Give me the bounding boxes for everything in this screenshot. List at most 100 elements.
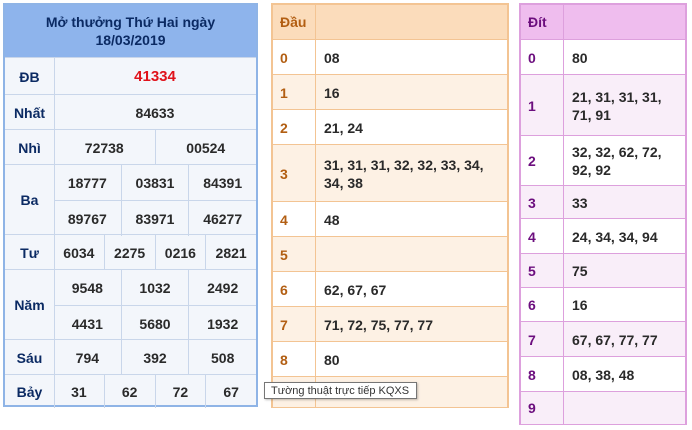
row-key: 3 [528, 194, 536, 211]
row-key: 9 [528, 400, 536, 416]
row-key: 4 [528, 228, 536, 245]
row-value: 48 [315, 202, 507, 237]
table-row: 3 33 [521, 185, 685, 219]
live-results-tooltip: Tường thuật trực tiếp KQXS [264, 382, 417, 399]
row-value: 24, 34, 34, 94 [563, 219, 685, 254]
prize-number: 1932 [188, 306, 256, 341]
prize-label: Tư [5, 235, 55, 270]
row-key: 1 [280, 84, 288, 101]
prize-number: 72738 [84, 139, 124, 156]
row-value: 62, 67, 67 [315, 272, 507, 307]
row-key: 7 [528, 331, 536, 348]
row-value [315, 237, 507, 272]
prize-label: Sáu [5, 340, 55, 375]
table-row: 7 67, 67, 77, 77 [521, 321, 685, 357]
prize-number: 0216 [154, 235, 206, 270]
prize-row-fifth: Năm 9548 1032 2492 4431 5680 1932 [5, 269, 256, 341]
row-value [563, 392, 685, 424]
prize-row-second: Nhì 72738 00524 [5, 129, 256, 165]
prize-row-first: Nhất 84633 [5, 94, 256, 130]
result-title: Mở thưởng Thứ Hai ngày 18/03/2019 [5, 5, 256, 57]
row-key: 0 [280, 49, 288, 66]
table-row: 4 24, 34, 34, 94 [521, 218, 685, 254]
header-label: Đầu [280, 14, 307, 30]
table-row: 0 08 [273, 39, 507, 75]
prize-number: 31 [71, 383, 87, 400]
table-header: Đít [521, 5, 685, 39]
prize-number: 84391 [188, 165, 256, 200]
prize-row-seventh: Bảy 31 62 72 67 [5, 374, 256, 408]
table-row: 8 80 [273, 341, 507, 377]
row-key: 5 [528, 263, 536, 279]
row-value: 80 [315, 342, 507, 377]
row-key: 8 [280, 351, 288, 368]
row-key: 0 [528, 49, 536, 66]
table-row: 5 [273, 236, 507, 272]
table-row: 6 62, 67, 67 [273, 271, 507, 307]
head-digit-table: Đầu 0 08 1 16 2 21, 24 3 31, 31, 31, 32,… [271, 3, 509, 408]
row-value: 67, 67, 77, 77 [563, 322, 685, 357]
prize-number: 5680 [120, 306, 189, 341]
row-key: 7 [280, 316, 288, 333]
prize-number: 794 [75, 349, 100, 366]
tail-digit-table: Đít 0 80 1 21, 31, 31, 31, 71, 91 2 32, … [519, 3, 687, 425]
prize-label: Bảy [5, 375, 55, 408]
table-row: 6 16 [521, 287, 685, 322]
row-key: 3 [280, 165, 288, 182]
row-value: 21, 24 [315, 110, 507, 145]
row-value: 16 [315, 75, 507, 110]
prize-number: 1032 [120, 270, 189, 305]
row-value: 31, 31, 31, 32, 32, 33, 34, 34, 38 [315, 145, 507, 202]
prize-row-sixth: Sáu 794 392 508 [5, 339, 256, 375]
row-value: 33 [563, 186, 685, 219]
prize-number: 84633 [135, 104, 175, 121]
prize-row-fourth: Tư 6034 2275 0216 2821 [5, 234, 256, 270]
table-row: 4 48 [273, 201, 507, 237]
row-value: 16 [563, 288, 685, 322]
prize-number: 2275 [103, 235, 155, 270]
prize-label: Nhất [5, 95, 55, 130]
row-value: 75 [563, 254, 685, 288]
prize-number: 18777 [67, 174, 107, 191]
prize-number: 46277 [188, 201, 256, 236]
prize-label: Năm [5, 270, 55, 340]
row-key: 2 [280, 119, 288, 136]
table-row: 8 08, 38, 48 [521, 356, 685, 392]
prize-number: 03831 [120, 165, 189, 200]
row-value: 08, 38, 48 [563, 357, 685, 392]
prize-row-special: ĐB 41334 [5, 57, 256, 95]
prize-number: 2492 [188, 270, 256, 305]
table-row: 3 31, 31, 31, 32, 32, 33, 34, 34, 38 [273, 144, 507, 202]
prize-number: 9548 [71, 279, 103, 296]
prize-label: Ba [5, 165, 55, 235]
table-header: Đầu [273, 5, 507, 39]
prize-number: 89767 [67, 210, 107, 227]
table-row: 9 [521, 391, 685, 424]
prize-number: 67 [205, 375, 256, 408]
table-row: 1 16 [273, 74, 507, 110]
row-key: 4 [280, 211, 288, 228]
row-key: 2 [528, 153, 536, 169]
table-row: 7 71, 72, 75, 77, 77 [273, 306, 507, 342]
result-date: 18/03/2019 [95, 32, 166, 48]
prize-number: 83971 [120, 201, 189, 236]
prize-number: 6034 [63, 244, 95, 261]
table-row: 1 21, 31, 31, 31, 71, 91 [521, 74, 685, 136]
result-title-line1: Mở thưởng Thứ Hai ngày [45, 14, 216, 30]
prize-row-third: Ba 18777 03831 84391 89767 83971 46277 [5, 164, 256, 236]
prize-number: 4431 [71, 315, 103, 332]
prize-number: 62 [103, 375, 155, 408]
row-key: 1 [528, 97, 536, 114]
table-row: 2 21, 24 [273, 109, 507, 145]
row-key: 8 [528, 366, 536, 383]
row-value: 80 [563, 40, 685, 75]
header-label: Đít [528, 14, 547, 30]
prize-number: 508 [188, 340, 256, 375]
special-prize-number: 41334 [134, 68, 176, 85]
table-row: 0 80 [521, 39, 685, 75]
table-row: 5 75 [521, 253, 685, 288]
prize-label: ĐB [5, 58, 55, 95]
lottery-result-table: Mở thưởng Thứ Hai ngày 18/03/2019 ĐB 413… [3, 3, 258, 408]
row-key: 6 [280, 281, 288, 298]
table-row: 2 32, 32, 62, 72, 92, 92 [521, 135, 685, 186]
